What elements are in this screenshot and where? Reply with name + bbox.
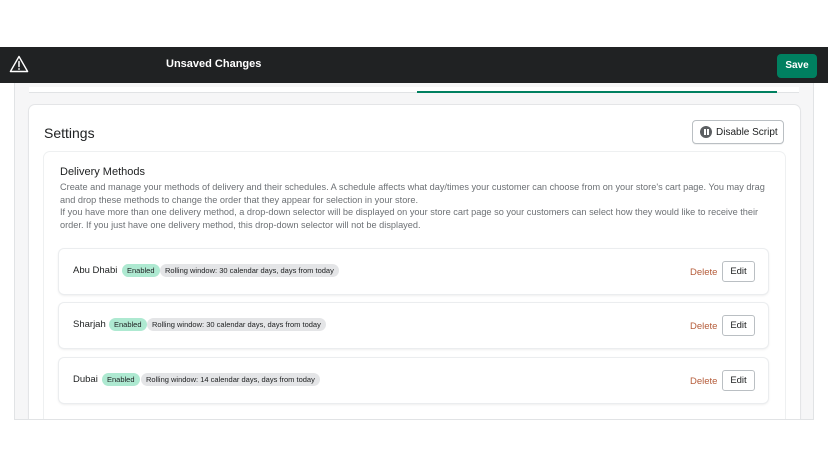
method-name: Sharjah: [73, 319, 106, 330]
description-paragraph-2: If you have more than one delivery metho…: [60, 207, 759, 230]
settings-card: Settings Disable Script Delivery Methods…: [29, 105, 800, 419]
disable-script-button[interactable]: Disable Script: [692, 120, 784, 144]
method-name: Dubai: [73, 374, 98, 385]
settings-title: Settings: [44, 125, 95, 141]
edit-button[interactable]: Edit: [722, 315, 755, 336]
page-content: Settings Disable Script Delivery Methods…: [14, 83, 814, 420]
status-badge: Enabled: [102, 373, 140, 386]
unsaved-changes-title: Unsaved Changes: [166, 58, 262, 70]
edit-button[interactable]: Edit: [722, 261, 755, 282]
method-name: Abu Dhabi: [73, 265, 118, 276]
disable-script-label: Disable Script: [716, 127, 778, 138]
description-paragraph-1: Create and manage your methods of delive…: [60, 182, 765, 205]
schedule-badge: Rolling window: 14 calendar days, days f…: [141, 373, 320, 386]
delete-link[interactable]: Delete: [690, 267, 717, 278]
status-badge: Enabled: [109, 318, 147, 331]
selected-tab-indicator: [417, 91, 777, 93]
schedule-badge: Rolling window: 30 calendar days, days f…: [160, 264, 339, 277]
delete-link[interactable]: Delete: [690, 376, 717, 387]
delivery-method-row[interactable]: Dubai Enabled Rolling window: 14 calenda…: [59, 358, 768, 403]
delete-link[interactable]: Delete: [690, 321, 717, 332]
delivery-methods-description: Create and manage your methods of delive…: [60, 181, 772, 231]
delivery-method-row[interactable]: Abu Dhabi Enabled Rolling window: 30 cal…: [59, 249, 768, 294]
contextual-save-bar: Unsaved Changes Save: [0, 47, 828, 83]
delivery-method-row[interactable]: Sharjah Enabled Rolling window: 30 calen…: [59, 303, 768, 348]
warning-triangle-icon: [9, 55, 29, 73]
pause-icon: [700, 126, 712, 138]
edit-button[interactable]: Edit: [722, 370, 755, 391]
status-badge: Enabled: [122, 264, 160, 277]
delivery-methods-card: Delivery Methods Create and manage your …: [44, 152, 785, 419]
delivery-methods-title: Delivery Methods: [60, 166, 145, 178]
save-button[interactable]: Save: [777, 54, 817, 78]
schedule-badge: Rolling window: 30 calendar days, days f…: [147, 318, 326, 331]
